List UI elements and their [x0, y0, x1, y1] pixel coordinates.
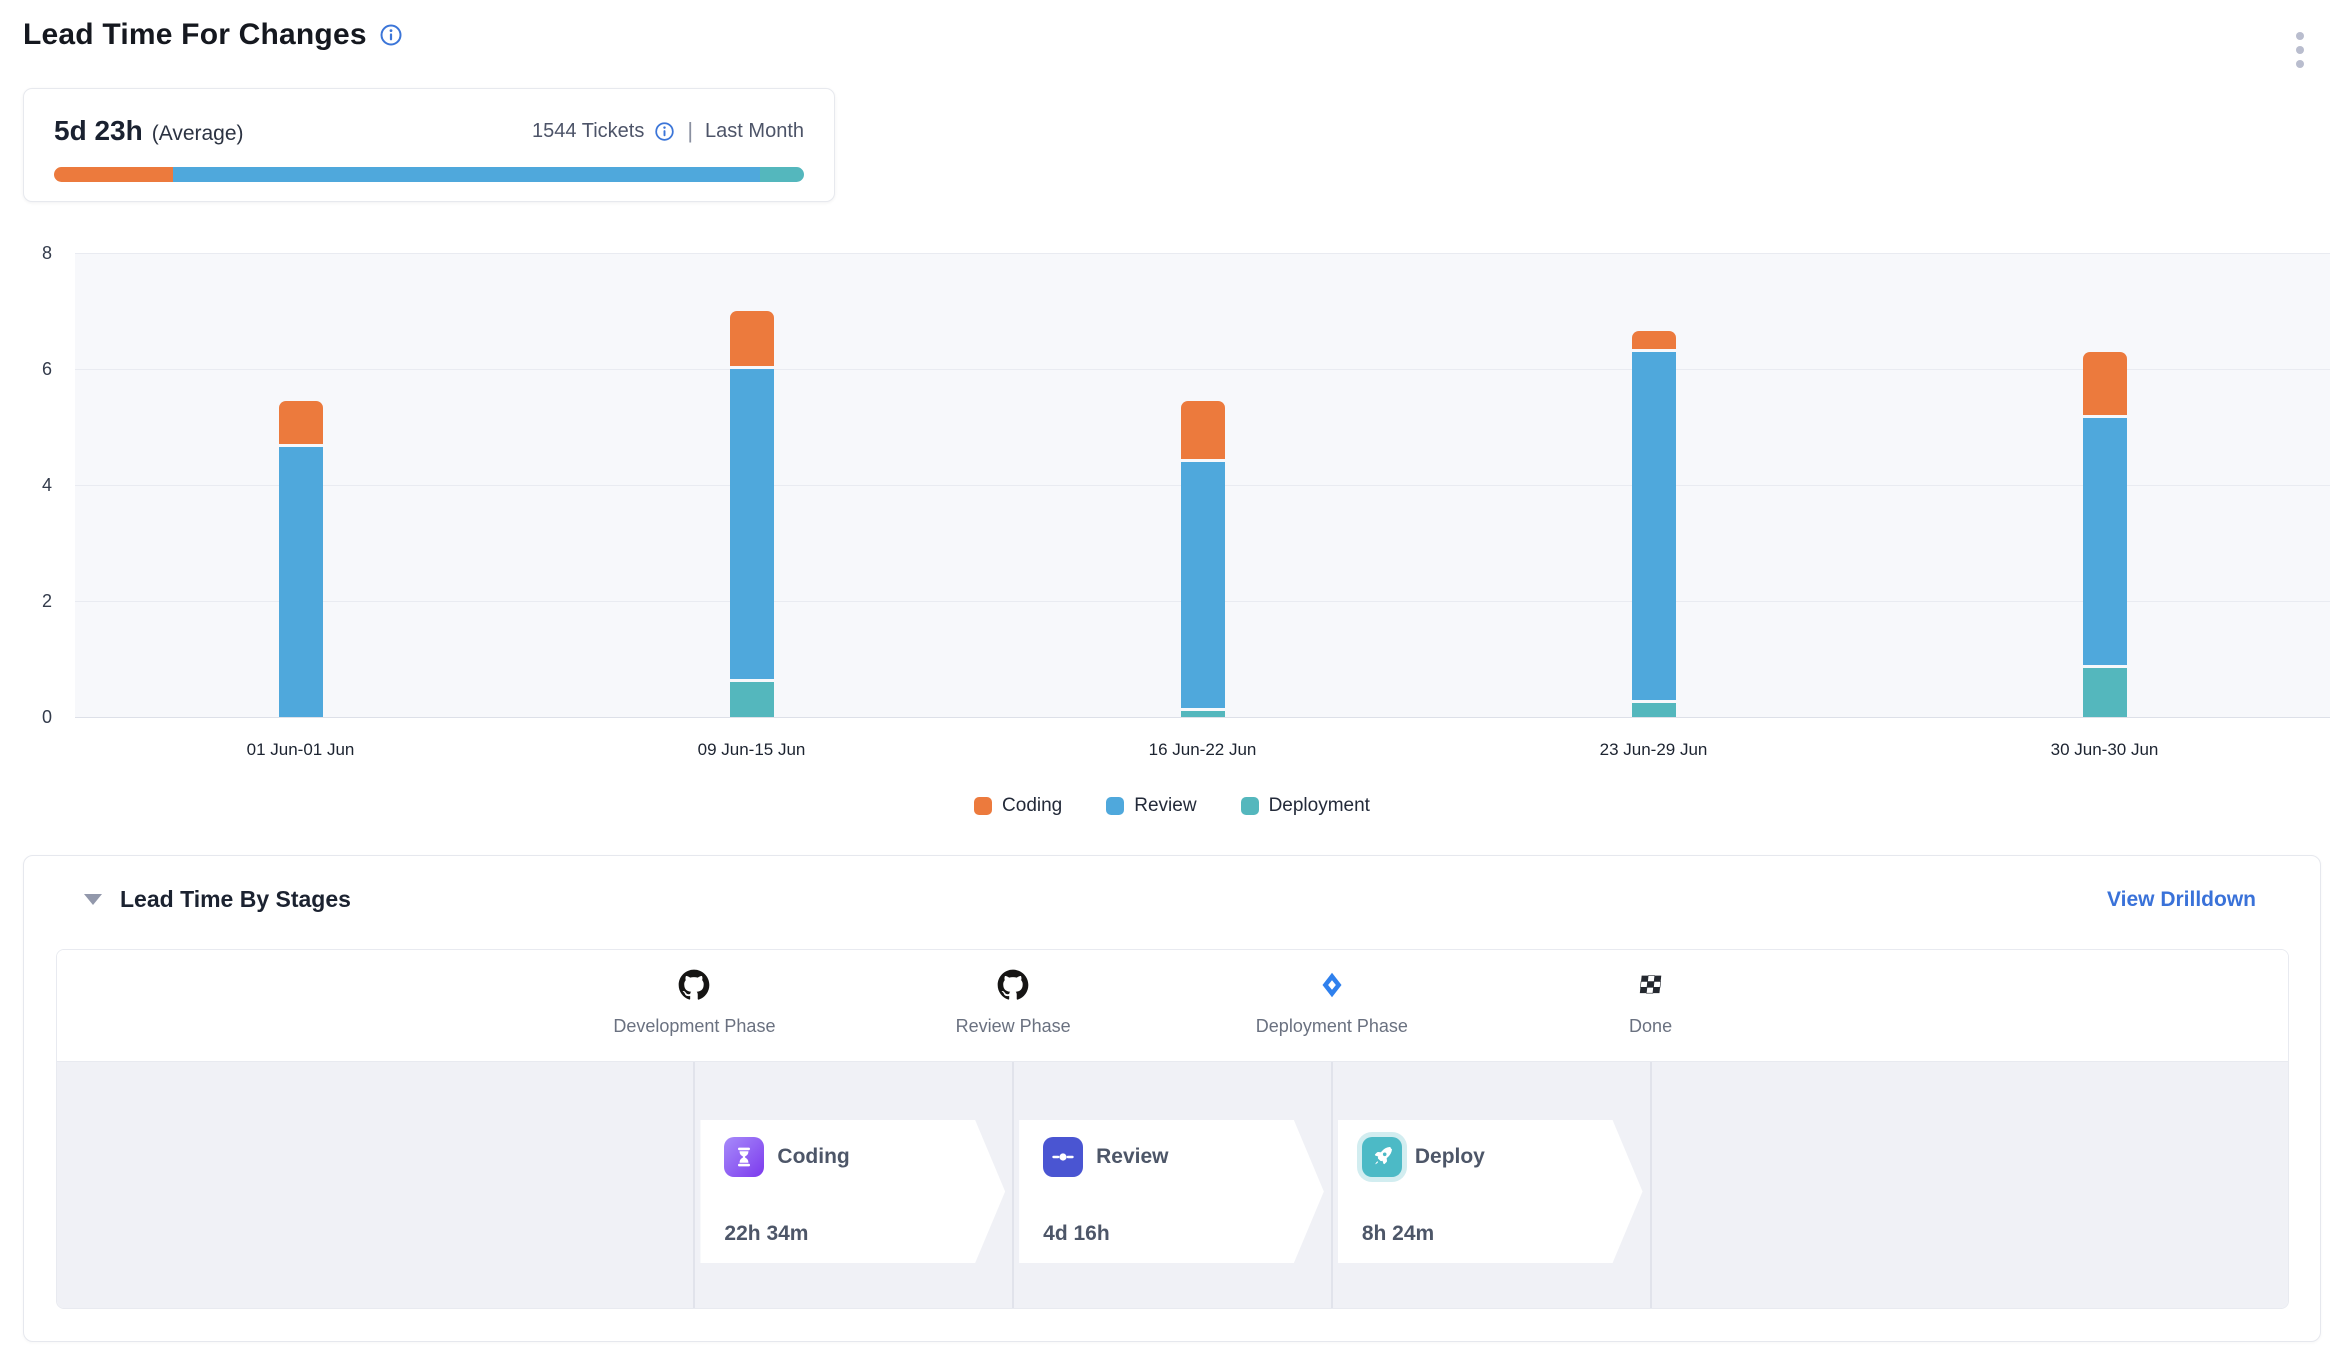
legend-item-deployment[interactable]: Deployment: [1241, 795, 1370, 817]
milestone-deployment-phase: Deployment Phase: [1182, 968, 1482, 1037]
stage-name: Coding: [777, 1145, 849, 1169]
stage-name: Review: [1096, 1145, 1168, 1169]
stage-duration: 4d 16h: [1043, 1222, 1284, 1246]
chart-legend: Coding Review Deployment: [0, 795, 2344, 817]
bar-segment-review[interactable]: [2083, 418, 2127, 664]
stacked-bar-4[interactable]: [1632, 331, 1676, 717]
hourglass-icon: [724, 1137, 764, 1177]
legend-swatch: [1106, 797, 1124, 815]
distribution-segment-deployment: [760, 167, 804, 182]
milestone-done: Done: [1501, 968, 1801, 1037]
x-tick-label: 09 Jun-15 Jun: [526, 740, 977, 760]
bar-segment-coding[interactable]: [279, 401, 323, 444]
stage-card-deploy: Deploy 8h 24m: [1338, 1120, 1643, 1263]
info-icon[interactable]: [379, 23, 403, 47]
bar-segment-coding[interactable]: [1181, 401, 1225, 459]
bar-slot: [526, 253, 977, 717]
gridline: [75, 717, 2330, 718]
stage-duration: 8h 24m: [1362, 1222, 1603, 1246]
stage-duration: 22h 34m: [724, 1222, 965, 1246]
github-icon: [678, 968, 710, 1002]
stage-column-divider: [693, 1062, 695, 1308]
stage-card-review: Review 4d 16h: [1019, 1120, 1324, 1263]
legend-label: Deployment: [1269, 795, 1370, 817]
lead-time-distribution-bar: [54, 167, 804, 182]
stage-card-coding: Coding 22h 34m: [700, 1120, 1005, 1263]
y-tick-label: 2: [0, 590, 52, 612]
stages-panel-header: Lead Time By Stages View Drilldown: [84, 886, 2256, 913]
bar-segment-deployment[interactable]: [1632, 703, 1676, 718]
x-tick-label: 23 Jun-29 Jun: [1428, 740, 1879, 760]
bar-slot: [1428, 253, 1879, 717]
average-label: (Average): [152, 122, 244, 146]
milestone-label: Development Phase: [613, 1016, 775, 1037]
bar-segment-deployment[interactable]: [730, 682, 774, 717]
average-lead-time-value: 5d 23h: [54, 115, 143, 147]
page-title: Lead Time For Changes: [23, 18, 367, 52]
y-tick-label: 0: [0, 706, 52, 728]
stacked-bar-5[interactable]: [2083, 352, 2127, 717]
bar-segment-deployment[interactable]: [2083, 668, 2127, 717]
checkered-flag-icon: [1637, 968, 1665, 1002]
period-label: Last Month: [705, 120, 804, 143]
rocket-icon: [1362, 1137, 1402, 1177]
view-drilldown-link[interactable]: View Drilldown: [2107, 888, 2256, 912]
distribution-segment-coding: [54, 167, 173, 182]
milestone-label: Review Phase: [956, 1016, 1071, 1037]
bar-slot: [977, 253, 1428, 717]
stage-column-divider: [1331, 1062, 1333, 1308]
y-tick-label: 6: [0, 358, 52, 380]
bar-segment-review[interactable]: [279, 447, 323, 717]
legend-swatch: [974, 797, 992, 815]
legend-item-coding[interactable]: Coding: [974, 795, 1062, 817]
diamond-icon: [1317, 968, 1347, 1002]
summary-card: 5d 23h (Average) 1544 Tickets | Last Mon…: [23, 88, 835, 202]
stacked-bar-1[interactable]: [279, 401, 323, 717]
tickets-info-icon[interactable]: [654, 121, 675, 142]
stages-table: Development Phase Review Phase Deployment …: [56, 949, 2289, 1309]
distribution-segment-review: [173, 167, 760, 182]
plot-area: [75, 253, 2330, 717]
page-header: Lead Time For Changes: [23, 18, 403, 52]
bar-slot: [75, 253, 526, 717]
stage-name: Deploy: [1415, 1145, 1485, 1169]
y-tick-label: 4: [0, 474, 52, 496]
tickets-count: 1544 Tickets: [532, 120, 644, 143]
kebab-menu-icon[interactable]: [2292, 28, 2308, 72]
bar-segment-coding[interactable]: [2083, 352, 2127, 416]
y-tick-label: 8: [0, 242, 52, 264]
milestone-review-phase: Review Phase: [863, 968, 1163, 1037]
stacked-bar-3[interactable]: [1181, 401, 1225, 717]
legend-label: Review: [1134, 795, 1196, 817]
github-icon: [997, 968, 1029, 1002]
milestone-label: Done: [1629, 1016, 1672, 1037]
stacked-bar-2[interactable]: [730, 311, 774, 717]
bar-slot: [1879, 253, 2330, 717]
milestone-development-phase: Development Phase: [544, 968, 844, 1037]
bar-segment-review[interactable]: [1181, 462, 1225, 708]
bar-segment-review[interactable]: [730, 369, 774, 679]
stage-column-divider: [1650, 1062, 1652, 1308]
bar-segment-deployment[interactable]: [1181, 711, 1225, 717]
separator: |: [685, 118, 695, 144]
collapse-triangle-icon[interactable]: [84, 894, 102, 905]
x-tick-label: 30 Jun-30 Jun: [1879, 740, 2330, 760]
x-axis-labels: 01 Jun-01 Jun09 Jun-15 Jun16 Jun-22 Jun2…: [75, 740, 2330, 760]
stage-column-divider: [1012, 1062, 1014, 1308]
milestone-label: Deployment Phase: [1256, 1016, 1408, 1037]
bar-segment-review[interactable]: [1632, 352, 1676, 700]
commit-icon: [1043, 1137, 1083, 1177]
bar-segment-coding[interactable]: [730, 311, 774, 366]
legend-swatch: [1241, 797, 1259, 815]
milestones-header-row: Development Phase Review Phase Deployment …: [57, 950, 2288, 1062]
stages-panel-title: Lead Time By Stages: [120, 886, 351, 913]
x-tick-label: 01 Jun-01 Jun: [75, 740, 526, 760]
bar-segment-coding[interactable]: [1632, 331, 1676, 348]
lead-time-dashboard: Lead Time For Changes 5d 23h (Average) 1…: [0, 0, 2344, 1352]
x-tick-label: 16 Jun-22 Jun: [977, 740, 1428, 760]
legend-label: Coding: [1002, 795, 1062, 817]
lead-time-by-stages-panel: Lead Time By Stages View Drilldown Devel…: [23, 855, 2321, 1342]
stages-body-row: Coding 22h 34m Review 4d 16h Deploy 8h 24m: [57, 1062, 2288, 1308]
legend-item-review[interactable]: Review: [1106, 795, 1196, 817]
